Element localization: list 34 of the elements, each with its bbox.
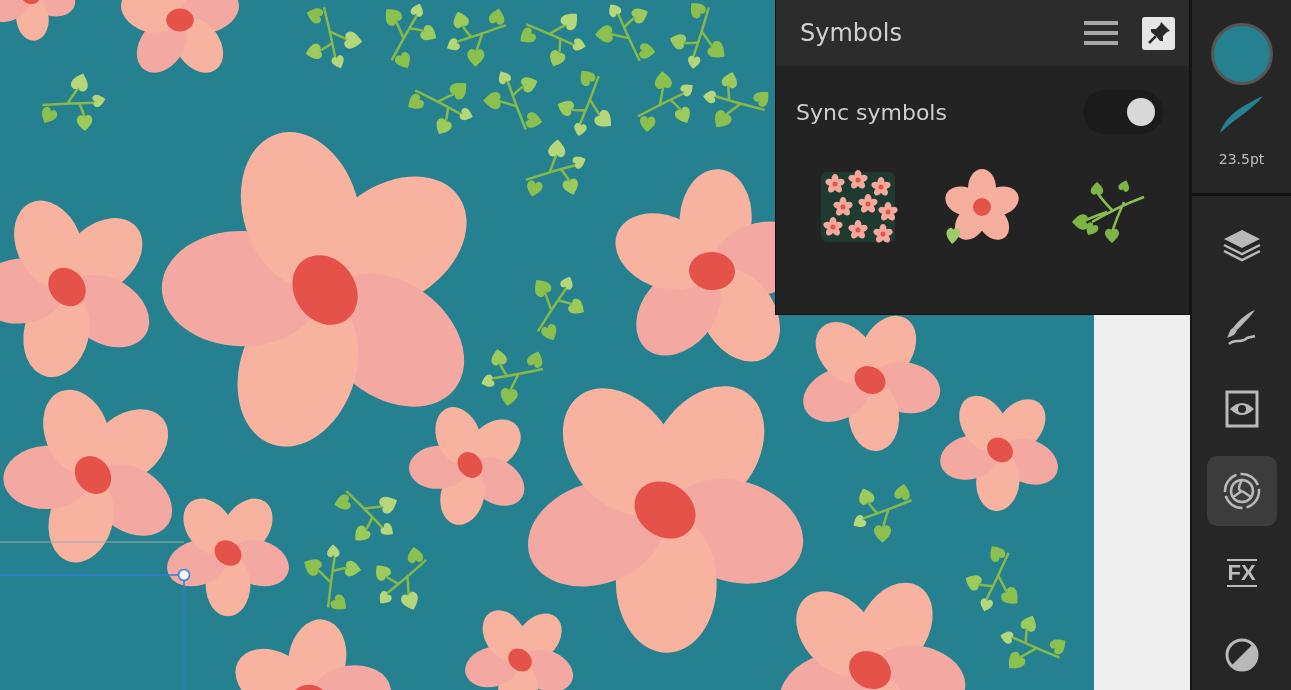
sync-toggle[interactable]: [1083, 90, 1163, 134]
studio-button[interactable]: [1206, 456, 1277, 526]
brush-size: 23.5pt: [1218, 151, 1265, 167]
leaf-sprig-drawing: [1000, 615, 1066, 669]
leaf-sprig-drawing: [636, 71, 693, 132]
leaf-sprig-drawing: [524, 139, 586, 197]
leaf-sprig-drawing: [535, 276, 584, 341]
half-circle-icon: [1223, 637, 1260, 673]
leaf-sprig-drawing: [408, 83, 473, 135]
pushpin-icon: [1146, 21, 1171, 45]
menu-icon[interactable]: [1084, 20, 1118, 46]
layers-icon: [1221, 228, 1262, 262]
leaf-sprig-drawing: [853, 483, 913, 543]
leaf-sprig-drawing: [385, 3, 437, 68]
leaf-sprig-drawing: [965, 546, 1018, 612]
leaf-sprig-drawing: [447, 8, 508, 67]
panel-title: Symbols: [800, 19, 903, 47]
aperture-icon: [1221, 471, 1262, 511]
sync-label: Sync symbols: [796, 99, 948, 125]
leaf-sprig-drawing: [669, 3, 725, 69]
leaf-sprig-drawing: [520, 13, 586, 67]
leaf-sprig-drawing: [304, 544, 362, 610]
leaf-sprig-drawing: [334, 489, 397, 541]
leaf-sprig-drawing: [481, 349, 545, 406]
leaf-sprig-drawing: [376, 547, 428, 610]
pin-button[interactable]: [1142, 16, 1175, 50]
leaf-sprig-drawing: [595, 4, 656, 62]
leaf-sprig-drawing: [41, 73, 106, 132]
eye-frame-icon: [1224, 390, 1259, 428]
leaf-sprig-drawing: [557, 70, 611, 137]
studio-button[interactable]: FX: [1206, 538, 1277, 608]
leaf-sprig-drawing: [703, 72, 769, 128]
leaf-sprig-drawing: [483, 71, 543, 131]
leaf-sprig-drawing: [305, 6, 363, 69]
